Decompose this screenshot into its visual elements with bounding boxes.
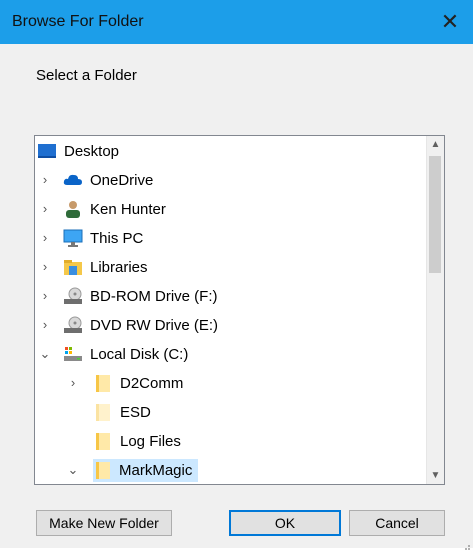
desktop-icon [37,142,57,160]
optical-drive-icon [63,287,83,305]
folder-icon [93,459,113,482]
vertical-scrollbar[interactable]: ▲ ▼ [426,136,444,484]
cancel-button[interactable]: Cancel [349,510,445,536]
scroll-up-icon[interactable]: ▲ [427,136,444,153]
chevron-right-icon[interactable]: › [39,173,51,187]
this-pc-icon [63,229,83,247]
tree-item-label: MarkMagic [113,459,199,482]
optical-drive-icon [63,316,83,334]
scrollbar-thumb[interactable] [429,156,441,273]
ok-button[interactable]: OK [229,510,341,536]
tree-item-onedrive[interactable]: › OneDrive [35,166,427,195]
tree-item-desktop[interactable]: Desktop [35,137,427,166]
tree-item-label: Local Disk (C:) [90,346,189,363]
tree-item-this-pc[interactable]: › This PC [35,224,427,253]
tree-item-markmagic[interactable]: ⌄ MarkMagic [35,456,427,484]
scroll-down-icon[interactable]: ▼ [427,467,444,484]
tree-item-bd-rom-drive[interactable]: › BD-ROM Drive (F:) [35,282,427,311]
close-icon[interactable]: ✕ [433,6,467,38]
tree-item-label: Log Files [120,433,181,450]
onedrive-icon [63,171,83,189]
tree-item-label: ESD [120,404,151,421]
libraries-icon [63,258,83,276]
tree-item-local-disk[interactable]: ⌄ Local Disk (C:) [35,340,427,369]
select-folder-prompt: Select a Folder [36,67,137,84]
browse-for-folder-dialog: Browse For Folder ✕ Select a Folder Desk… [0,0,473,550]
tree-item-label: OneDrive [90,172,154,189]
tree-item-libraries[interactable]: › Libraries [35,253,427,282]
chevron-right-icon[interactable]: › [39,260,51,274]
chevron-right-icon[interactable]: › [39,318,51,332]
tree-item-label: Desktop [64,143,120,160]
folder-icon [93,432,113,450]
tree-item-ken-hunter[interactable]: › Ken Hunter [35,195,427,224]
tree-item-log-files[interactable]: Log Files [35,427,427,456]
user-icon [63,200,83,218]
chevron-down-icon[interactable]: ⌄ [67,463,79,477]
folder-icon [93,403,113,421]
tree-item-label: Libraries [90,259,148,276]
dialog-title: Browse For Folder [12,13,144,30]
chevron-down-icon[interactable]: ⌄ [39,347,51,361]
folder-icon [93,374,113,392]
chevron-right-icon[interactable]: › [39,289,51,303]
folder-tree[interactable]: Desktop › OneDrive › Ken Hunter › This P… [34,135,445,485]
make-new-folder-button[interactable]: Make New Folder [36,510,172,536]
chevron-right-icon[interactable]: › [39,231,51,245]
tree-item-esd[interactable]: ESD [35,398,427,427]
local-disk-icon [63,345,83,363]
tree-item-label: D2Comm [120,375,184,392]
tree-item-label: DVD RW Drive (E:) [90,317,219,334]
title-bar: Browse For Folder ✕ [0,0,473,44]
tree-item-dvd-rw-drive[interactable]: › DVD RW Drive (E:) [35,311,427,340]
tree-item-label: BD-ROM Drive (F:) [90,288,218,305]
tree-item-d2comm[interactable]: › D2Comm [35,369,427,398]
chevron-right-icon[interactable]: › [67,376,79,390]
tree-item-label: This PC [90,230,144,247]
resize-grip-icon[interactable] [463,538,471,550]
chevron-right-icon[interactable]: › [39,202,51,216]
tree-item-label: Ken Hunter [90,201,166,218]
